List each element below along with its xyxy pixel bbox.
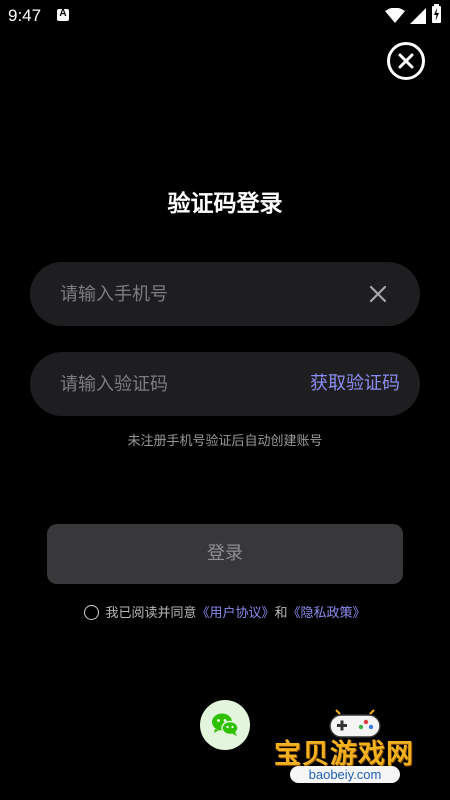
a-notification-letter: A (59, 8, 67, 19)
watermark: 宝贝游戏网 baobeiy.com (268, 700, 448, 800)
phone-input[interactable] (60, 262, 300, 326)
login-button[interactable]: 登录 (47, 524, 403, 584)
battery-icon (432, 4, 441, 23)
status-time: 9:47 (8, 6, 42, 25)
close-button[interactable] (387, 42, 425, 80)
watermark-url: baobeiy.com (290, 766, 400, 783)
get-code-button[interactable]: 获取验证码 (310, 352, 400, 416)
privacy-policy-link[interactable]: 《隐私政策》 (288, 606, 366, 621)
status-bar: 9:47 A (0, 0, 450, 32)
auto-register-hint: 未注册手机号验证后自动创建账号 (127, 434, 323, 449)
battery-charging-bolt-icon (434, 8, 439, 21)
agreement-prefix: 我已阅读并同意 (105, 606, 197, 621)
agree-radio[interactable] (84, 604, 100, 620)
wechat-icon (212, 713, 239, 736)
wechat-login-button[interactable] (200, 700, 250, 750)
signal-icon (410, 8, 426, 24)
agreement-row: 我已阅读并同意《用户协议》和《隐私政策》 (0, 604, 450, 624)
close-icon (369, 285, 387, 303)
wifi-icon (385, 8, 405, 23)
user-agreement-link[interactable]: 《用户协议》 (196, 606, 274, 621)
code-input[interactable] (60, 352, 300, 416)
clear-phone-button[interactable] (368, 284, 388, 304)
phone-field (30, 262, 420, 326)
a-notification-icon: A (57, 8, 69, 21)
close-circle-icon (398, 53, 414, 69)
page-title: 验证码登录 (167, 191, 283, 217)
code-field: 获取验证码 (30, 352, 420, 416)
agreement-conjunction: 和 (274, 606, 288, 621)
